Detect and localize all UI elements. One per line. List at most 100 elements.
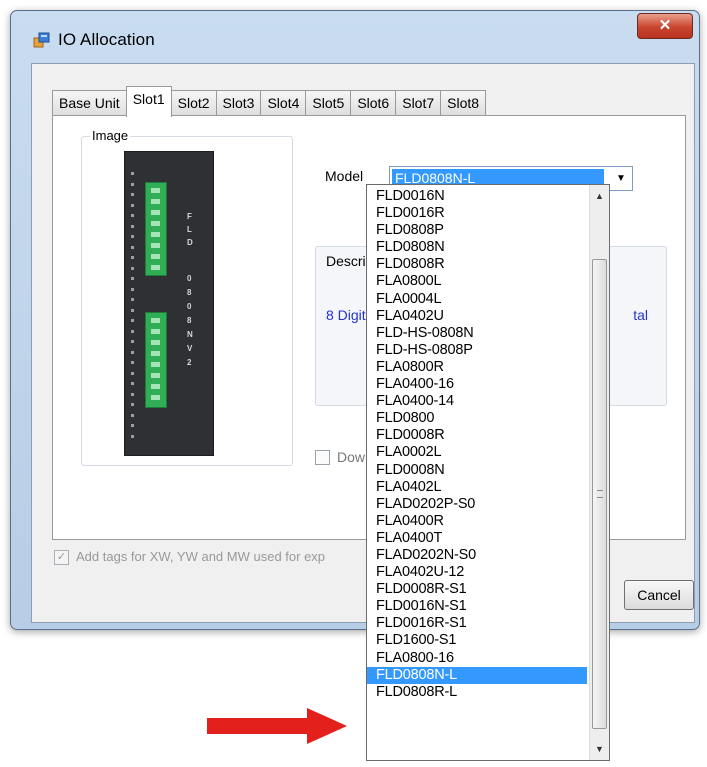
module-pin [131,329,134,333]
model-label: Model [325,168,364,184]
terminal-led [151,188,160,193]
tab-slot3[interactable]: Slot3 [215,90,262,116]
module-label-bottom: 0808N V2 [187,274,193,367]
module-pin [131,256,134,259]
scroll-down-icon[interactable]: ▼ [590,740,609,758]
module-pin [131,424,134,427]
dropdown-item[interactable]: FLD0008N [367,462,587,479]
grip-icon [597,490,603,498]
chevron-down-icon[interactable]: ▼ [612,169,630,188]
image-group: Image FLD 0808N V2 [81,128,293,466]
tab-slot6[interactable]: Slot6 [350,90,397,116]
dropdown-item[interactable]: FLD0016N [367,188,587,205]
tab-slot7[interactable]: Slot7 [395,90,442,116]
terminal-led [151,232,160,237]
terminal-led [151,210,160,215]
dropdown-item[interactable]: FLD0808N [367,239,587,256]
module-pin [131,245,134,249]
module-pin [131,319,134,322]
module-image: FLD 0808N V2 [124,151,214,456]
dropdown-item[interactable]: FLD0808P [367,222,587,239]
module-pin [131,277,134,280]
terminal-led [151,318,160,323]
terminal-led [151,340,160,345]
module-pin [131,308,134,312]
dropdown-item[interactable]: FLAD0202P-S0 [367,496,587,513]
cancel-button[interactable]: Cancel [624,580,694,610]
module-pin [131,350,134,354]
module-pin [131,172,134,175]
dropdown-item[interactable]: FLA0400T [367,530,587,547]
dropdown-item[interactable]: FLA0400-16 [367,376,587,393]
tab-slot4[interactable]: Slot4 [260,90,307,116]
dropdown-items: FLD0016N FLD0016R FLD0808P FLD0808N FLD0808R… [367,188,587,701]
terminal-block-top [145,182,167,276]
tab-slot2[interactable]: Slot2 [170,90,217,116]
download-checkbox[interactable] [315,450,330,465]
dropdown-item[interactable]: FLA0800-16 [367,650,587,667]
dropdown-item[interactable]: FLA0800L [367,273,587,290]
tab-base-unit[interactable]: Base Unit [52,90,127,116]
dropdown-item[interactable]: FLD0808R-L [367,684,587,701]
dropdown-item[interactable]: FLD0016R [367,205,587,222]
terminal-led [151,329,160,334]
dropdown-item[interactable]: FLD0008R [367,427,587,444]
module-pin [131,287,134,291]
tab-slot1[interactable]: Slot1 [125,86,172,117]
module-pin [131,298,134,301]
add-tags-label: Add tags for XW, YW and MW used for exp [76,549,326,564]
module-pin [131,434,134,438]
module-pin [131,193,134,196]
terminal-led [151,243,160,248]
terminal-led [151,362,160,367]
dropdown-item[interactable]: FLA0800R [367,359,587,376]
image-group-label: Image [90,128,131,143]
terminal-block-bottom [145,312,167,408]
dropdown-item[interactable]: FLD-HS-0808N [367,325,587,342]
dropdown-item[interactable]: FLAD0202N-S0 [367,547,587,564]
module-pin [131,392,134,396]
dropdown-scrollbar[interactable]: ▲ ▼ [589,185,609,760]
module-pin [131,413,134,417]
tab-slot5[interactable]: Slot5 [305,90,352,116]
dropdown-item[interactable]: FLA0002L [367,444,587,461]
app-icon [33,32,50,48]
dropdown-item[interactable]: FLD0016N-S1 [367,598,587,615]
slot-tabs: Base Unit Slot1 Slot2 Slot3 Slot4 Slot5 Slot6 S… [52,86,487,117]
module-pin [131,203,134,207]
dropdown-item[interactable]: FLA0402L [367,479,587,496]
scrollbar-thumb[interactable] [592,259,607,729]
module-pin [131,266,134,270]
dropdown-item[interactable]: FLD0808R [367,256,587,273]
terminal-led [151,221,160,226]
dropdown-item[interactable]: FLD-HS-0808P [367,342,587,359]
dropdown-item[interactable]: FLA0400-14 [367,393,587,410]
dropdown-item[interactable]: FLA0402U [367,308,587,325]
title-bar: IO Allocation [11,11,699,63]
module-pin [131,224,134,228]
terminal-led [151,254,160,259]
module-pin [131,382,134,385]
dropdown-item[interactable]: FLD1600-S1 [367,632,587,649]
model-dropdown-list[interactable]: FLD0016N FLD0016R FLD0808P FLD0808N FLD0808R… [366,184,610,761]
dropdown-item[interactable]: FLD0800 [367,410,587,427]
dropdown-item[interactable]: FLD0016R-S1 [367,615,587,632]
module-pin [131,340,134,343]
dropdown-item[interactable]: FLD0008R-S1 [367,581,587,598]
dropdown-item[interactable]: FLA0400R [367,513,587,530]
terminal-led [151,384,160,389]
terminal-led [151,351,160,356]
terminal-led [151,265,160,270]
close-button[interactable]: ✕ [637,13,693,39]
dropdown-item[interactable]: FLA0402U-12 [367,564,587,581]
scroll-up-icon[interactable]: ▲ [590,187,609,205]
module-pin [131,182,134,186]
dropdown-item-selected[interactable]: FLD0808N-L [367,666,587,684]
tab-slot8[interactable]: Slot8 [440,90,487,116]
window-title: IO Allocation [58,30,155,49]
dropdown-item[interactable]: FLA0004L [367,291,587,308]
add-tags-checkbox[interactable]: ✓ [54,550,69,565]
terminal-led [151,373,160,378]
red-arrow-icon [207,708,347,744]
module-pin [131,371,134,375]
